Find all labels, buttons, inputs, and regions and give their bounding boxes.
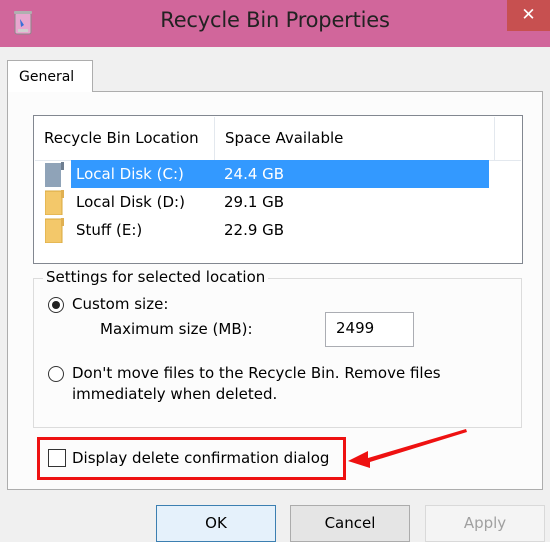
annotation-arrow-icon: [348, 429, 467, 468]
title-bar: Recycle Bin Properties ✕: [0, 0, 550, 47]
column-header-location[interactable]: Recycle Bin Location: [35, 117, 215, 160]
display-delete-confirmation-checkbox[interactable]: [48, 449, 66, 467]
list-header: Recycle Bin Location Space Available: [35, 117, 521, 161]
custom-size-label[interactable]: Custom size:: [72, 295, 168, 313]
list-item[interactable]: Local Disk (C:) 24.4 GB: [44, 160, 521, 188]
custom-size-radio[interactable]: [48, 297, 64, 313]
maximum-size-input[interactable]: 2499: [325, 312, 414, 347]
dont-move-files-label[interactable]: Don't move files to the Recycle Bin. Rem…: [72, 364, 441, 382]
maximum-size-label: Maximum size (MB):: [100, 320, 253, 338]
list-item[interactable]: Local Disk (D:) 29.1 GB: [44, 188, 521, 216]
location-name: Local Disk (C:): [76, 165, 184, 183]
settings-group-label: Settings for selected location: [43, 268, 269, 286]
ok-button[interactable]: OK: [156, 505, 276, 542]
space-available: 22.9 GB: [224, 221, 285, 239]
dont-move-files-radio[interactable]: [48, 366, 64, 382]
close-button[interactable]: ✕: [507, 0, 550, 31]
location-name: Local Disk (D:): [76, 193, 185, 211]
drive-folder-icon: [45, 218, 64, 243]
drive-folder-icon: [45, 190, 64, 215]
tab-general[interactable]: General: [7, 60, 93, 92]
recycle-bin-location-list[interactable]: Recycle Bin Location Space Available Loc…: [33, 115, 523, 264]
list-item[interactable]: Stuff (E:) 22.9 GB: [44, 216, 521, 244]
display-delete-confirmation-label[interactable]: Display delete confirmation dialog: [72, 449, 329, 467]
space-available: 29.1 GB: [224, 193, 285, 211]
column-header-space[interactable]: Space Available: [215, 117, 495, 160]
close-icon: ✕: [521, 5, 536, 25]
window-title: Recycle Bin Properties: [160, 8, 390, 32]
system-drive-icon: [45, 162, 64, 187]
dont-move-files-label-line2[interactable]: immediately when deleted.: [72, 385, 277, 403]
radio-selected-dot: [52, 301, 60, 309]
space-available: 24.4 GB: [224, 165, 285, 183]
apply-button[interactable]: Apply: [425, 505, 545, 542]
cancel-button[interactable]: Cancel: [290, 505, 410, 542]
location-name: Stuff (E:): [76, 221, 143, 239]
